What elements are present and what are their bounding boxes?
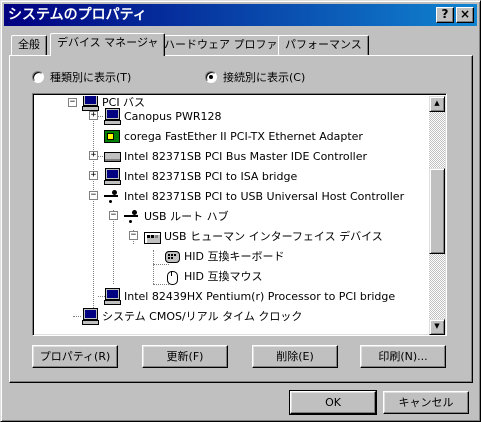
- network-card-icon: [103, 128, 121, 144]
- close-button[interactable]: ×: [456, 7, 474, 23]
- device-tree[interactable]: − PCI バス + Canopus PWR128 corega FastEth…: [32, 93, 447, 336]
- tree-item-usb-root-hub[interactable]: USB ルート ハブ: [123, 206, 229, 226]
- monitor-icon: [103, 108, 121, 125]
- usb-icon: [123, 208, 141, 224]
- view-by-connection-label: 接続別に表示(C): [223, 71, 306, 84]
- expand-toggle[interactable]: +: [89, 151, 98, 160]
- tree-line: [153, 250, 154, 284]
- monitor-icon: [81, 96, 99, 111]
- device-manager-panel: 種類別に表示(T) 接続別に表示(C) − PCI バス + Canopus P…: [9, 55, 473, 383]
- tab-device-manager[interactable]: デバイス マネージャ: [50, 33, 166, 56]
- monitor-icon: [103, 288, 121, 305]
- system-properties-window: システムのプロパティ ? × 全般 デバイス マネージャ ハードウェア プロファ…: [0, 0, 481, 422]
- tab-general[interactable]: 全般: [11, 35, 47, 55]
- hid-device-icon: [143, 228, 161, 244]
- refresh-button[interactable]: 更新(F): [142, 345, 228, 368]
- title-bar[interactable]: システムのプロパティ ? ×: [4, 4, 477, 26]
- help-button[interactable]: ?: [436, 7, 454, 23]
- expand-toggle[interactable]: +: [89, 111, 98, 120]
- tree-item-label: Intel 82371SB PCI Bus Master IDE Control…: [124, 149, 367, 163]
- tree-line: [93, 110, 94, 318]
- view-by-type-option[interactable]: 種類別に表示(T): [32, 69, 131, 85]
- window-title: システムのプロパティ: [8, 7, 147, 23]
- monitor-icon: [103, 168, 121, 185]
- scroll-up-button[interactable]: ▲: [429, 96, 445, 112]
- tree-item-usb-hid[interactable]: USB ヒューマン インターフェイス デバイス: [143, 226, 383, 246]
- tree-item-label: Intel 82371SB PCI to ISA bridge: [124, 169, 298, 183]
- tree-item-label: Canopus PWR128: [124, 109, 222, 123]
- tree-item-label: corega FastEther II PCI-TX Ethernet Adap…: [124, 129, 363, 143]
- tree-item-label: USB ルート ハブ: [144, 210, 229, 223]
- ok-button[interactable]: OK: [289, 390, 377, 415]
- collapse-toggle[interactable]: −: [89, 191, 98, 200]
- scroll-thumb[interactable]: [429, 168, 445, 254]
- mouse-icon: [163, 268, 181, 285]
- scroll-down-button[interactable]: ▼: [429, 319, 445, 335]
- tree-line: [113, 210, 114, 284]
- collapse-toggle[interactable]: −: [68, 98, 77, 107]
- tree-line: [73, 316, 81, 317]
- tab-performance[interactable]: パフォーマンス: [278, 35, 369, 55]
- cancel-button[interactable]: キャンセル: [383, 391, 469, 414]
- keyboard-icon: [163, 248, 181, 264]
- view-by-type-label: 種類別に表示(T): [50, 71, 132, 84]
- view-by-connection-radio[interactable]: [205, 71, 217, 83]
- tree-item-isa-bridge[interactable]: Intel 82371SB PCI to ISA bridge: [103, 166, 297, 186]
- expand-toggle[interactable]: +: [89, 171, 98, 180]
- tree-item-label: Intel 82371SB PCI to USB Universal Host …: [124, 189, 405, 203]
- print-button[interactable]: 印刷(N)...: [360, 345, 446, 368]
- tree-item-canopus[interactable]: Canopus PWR128: [103, 106, 221, 126]
- usb-icon: [103, 188, 121, 204]
- tree-item-pci-bridge[interactable]: Intel 82439HX Pentium(r) Processor to PC…: [103, 286, 395, 306]
- tree-item-label: システム CMOS/リアル タイム クロック: [102, 310, 303, 323]
- tree-item-label: Intel 82439HX Pentium(r) Processor to PC…: [124, 289, 396, 303]
- vertical-scrollbar[interactable]: ▲ ▼: [429, 96, 445, 335]
- collapse-toggle[interactable]: −: [129, 231, 138, 240]
- tree-item-hid-keyboard[interactable]: HID 互換キーボード: [163, 246, 284, 266]
- tree-item-usb-host-controller[interactable]: Intel 82371SB PCI to USB Universal Host …: [103, 186, 404, 206]
- tree-item-ide-controller[interactable]: Intel 82371SB PCI Bus Master IDE Control…: [103, 146, 367, 166]
- monitor-icon: [81, 308, 99, 325]
- tree-item-ethernet-adapter[interactable]: corega FastEther II PCI-TX Ethernet Adap…: [103, 126, 363, 146]
- tree-item-label: USB ヒューマン インターフェイス デバイス: [164, 230, 383, 243]
- view-by-connection-option[interactable]: 接続別に表示(C): [205, 69, 305, 85]
- tree-item-cmos-clock[interactable]: システム CMOS/リアル タイム クロック: [81, 306, 302, 326]
- remove-button[interactable]: 削除(E): [252, 345, 338, 368]
- tree-item-label: HID 互換マウス: [184, 270, 263, 283]
- tree-item-label: HID 互換キーボード: [184, 250, 285, 263]
- properties-button[interactable]: プロパティ(R): [32, 345, 118, 368]
- view-by-type-radio[interactable]: [32, 71, 44, 83]
- device-tree-content: − PCI バス + Canopus PWR128 corega FastEth…: [35, 96, 429, 335]
- collapse-toggle[interactable]: −: [109, 211, 118, 220]
- drive-controller-icon: [103, 148, 121, 164]
- tree-item-hid-mouse[interactable]: HID 互換マウス: [163, 266, 262, 286]
